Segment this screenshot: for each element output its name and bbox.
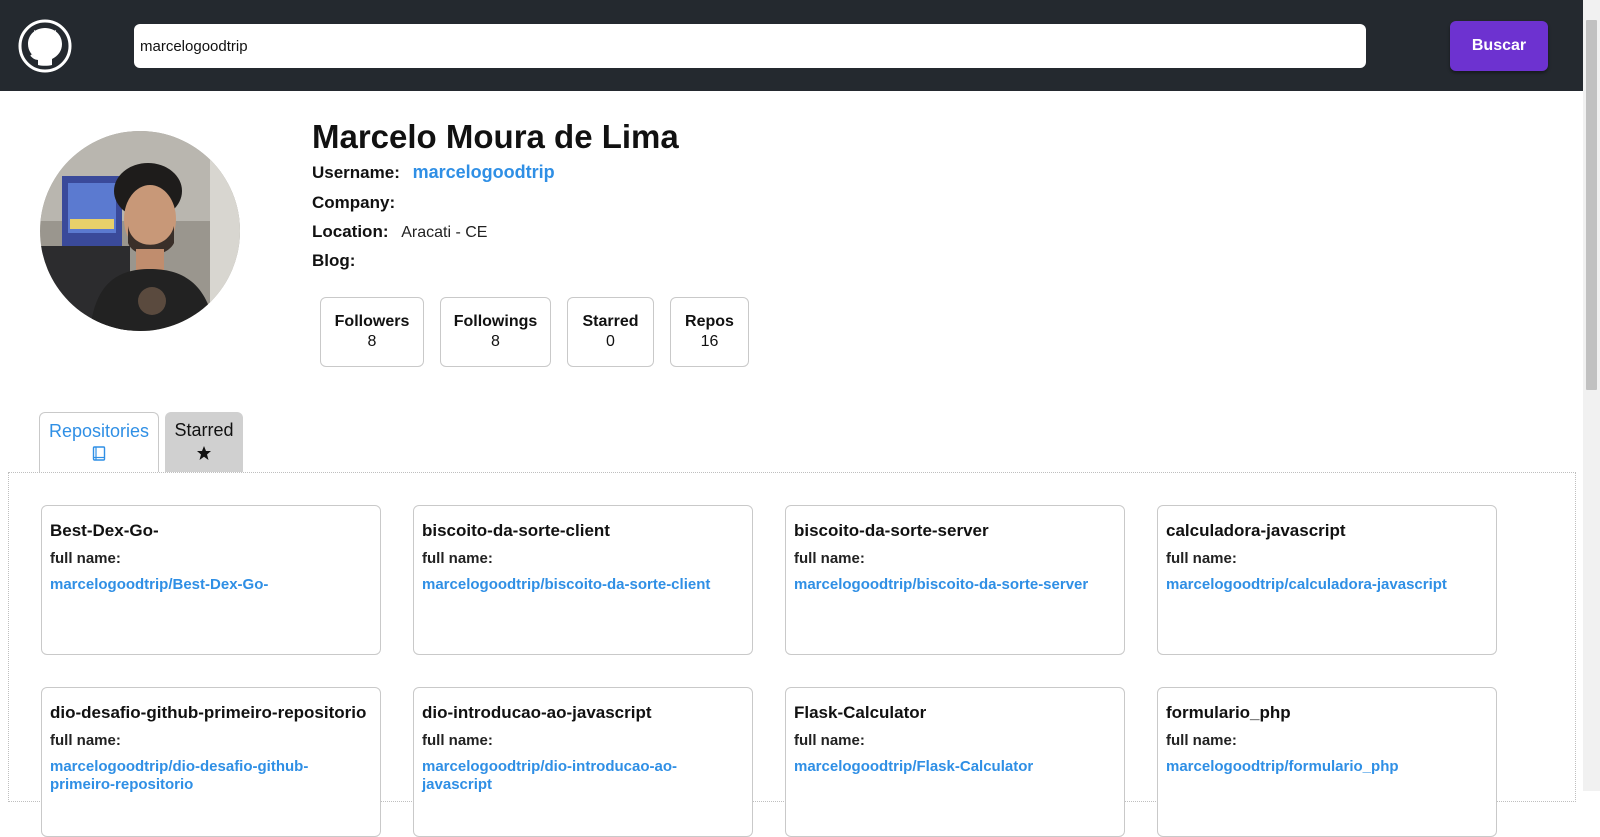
username-label: Username: bbox=[312, 163, 400, 182]
scrollbar-thumb[interactable] bbox=[1586, 20, 1597, 390]
full-name-label: full name: bbox=[1166, 732, 1237, 749]
repo-name: formulario_php bbox=[1166, 703, 1291, 722]
repo-card[interactable]: dio-desafio-github-primeiro-repositorio … bbox=[41, 687, 381, 837]
stat-followings: Followings 8 bbox=[440, 297, 551, 367]
repo-card[interactable]: biscoito-da-sorte-client full name: marc… bbox=[413, 505, 753, 655]
location-value: Aracati - CE bbox=[401, 224, 488, 241]
tab-label: Repositories bbox=[48, 421, 150, 441]
username-row: Username: marcelogoodtrip bbox=[312, 162, 555, 183]
repo-name: biscoito-da-sorte-client bbox=[422, 521, 610, 540]
repo-name: dio-desafio-github-primeiro-repositorio bbox=[50, 703, 367, 722]
tab-repositories[interactable]: Repositories bbox=[39, 412, 159, 472]
repo-name: Best-Dex-Go- bbox=[50, 521, 159, 540]
tab-label: Starred bbox=[174, 420, 234, 440]
repo-name: calculadora-javascript bbox=[1166, 521, 1346, 540]
repo-card[interactable]: biscoito-da-sorte-server full name: marc… bbox=[785, 505, 1125, 655]
stat-starred: Starred 0 bbox=[567, 297, 654, 367]
blog-row: Blog: bbox=[312, 251, 363, 271]
repo-full-name-link[interactable]: marcelogoodtrip/Flask-Calculator bbox=[794, 758, 1116, 776]
stat-value: 0 bbox=[606, 333, 615, 350]
full-name-label: full name: bbox=[50, 550, 121, 567]
repo-full-name-link[interactable]: marcelogoodtrip/biscoito-da-sorte-client bbox=[422, 576, 744, 594]
stat-label: Starred bbox=[582, 313, 639, 330]
repo-full-name-link[interactable]: marcelogoodtrip/Best-Dex-Go- bbox=[50, 576, 372, 594]
location-label: Location: bbox=[312, 222, 389, 241]
username-link[interactable]: marcelogoodtrip bbox=[413, 162, 555, 182]
full-name-label: full name: bbox=[794, 732, 865, 749]
stat-followers: Followers 8 bbox=[320, 297, 424, 367]
avatar bbox=[40, 131, 240, 331]
company-row: Company: bbox=[312, 193, 403, 213]
repo-full-name-link[interactable]: marcelogoodtrip/dio-desafio-github-prime… bbox=[50, 758, 372, 794]
company-label: Company: bbox=[312, 193, 396, 212]
stat-repos: Repos 16 bbox=[670, 297, 749, 367]
full-name-label: full name: bbox=[422, 732, 493, 749]
repo-full-name-link[interactable]: marcelogoodtrip/calculadora-javascript bbox=[1166, 576, 1488, 594]
stat-value: 8 bbox=[367, 333, 377, 350]
repo-card[interactable]: Best-Dex-Go- full name: marcelogoodtrip/… bbox=[41, 505, 381, 655]
stat-label: Followers bbox=[334, 313, 410, 330]
repo-full-name-link[interactable]: marcelogoodtrip/formulario_php bbox=[1166, 758, 1488, 776]
repo-name: dio-introducao-ao-javascript bbox=[422, 703, 652, 722]
full-name-label: full name: bbox=[50, 732, 121, 749]
full-name-label: full name: bbox=[794, 550, 865, 567]
repo-name: Flask-Calculator bbox=[794, 703, 927, 722]
full-name-label: full name: bbox=[1166, 550, 1237, 567]
search-button[interactable]: Buscar bbox=[1450, 21, 1548, 71]
search-input[interactable] bbox=[134, 24, 1366, 68]
repo-full-name-link[interactable]: marcelogoodtrip/dio-introducao-ao-javasc… bbox=[422, 758, 744, 794]
tab-starred[interactable]: Starred bbox=[165, 412, 243, 472]
book-icon bbox=[40, 446, 158, 467]
repo-name: biscoito-da-sorte-server bbox=[794, 521, 989, 540]
full-name-label: full name: bbox=[422, 550, 493, 567]
stat-label: Followings bbox=[453, 313, 538, 330]
repo-full-name-link[interactable]: marcelogoodtrip/biscoito-da-sorte-server bbox=[794, 576, 1116, 594]
github-logo-icon[interactable] bbox=[18, 19, 72, 73]
profile-name: Marcelo Moura de Lima bbox=[312, 118, 679, 155]
repo-card[interactable]: calculadora-javascript full name: marcel… bbox=[1157, 505, 1497, 655]
scrollbar[interactable] bbox=[1583, 0, 1600, 791]
star-icon bbox=[165, 445, 243, 466]
location-row: Location: Aracati - CE bbox=[312, 222, 487, 242]
stat-value: 8 bbox=[491, 333, 500, 350]
stat-value: 16 bbox=[700, 333, 719, 350]
stat-label: Repos bbox=[685, 313, 734, 330]
blog-label: Blog: bbox=[312, 251, 356, 270]
top-bar: Buscar bbox=[0, 0, 1583, 91]
repo-card[interactable]: formulario_php full name: marcelogoodtri… bbox=[1157, 687, 1497, 837]
repo-card[interactable]: dio-introducao-ao-javascript full name: … bbox=[413, 687, 753, 837]
avatar-photo bbox=[40, 131, 240, 331]
repo-card[interactable]: Flask-Calculator full name: marcelogoodt… bbox=[785, 687, 1125, 837]
